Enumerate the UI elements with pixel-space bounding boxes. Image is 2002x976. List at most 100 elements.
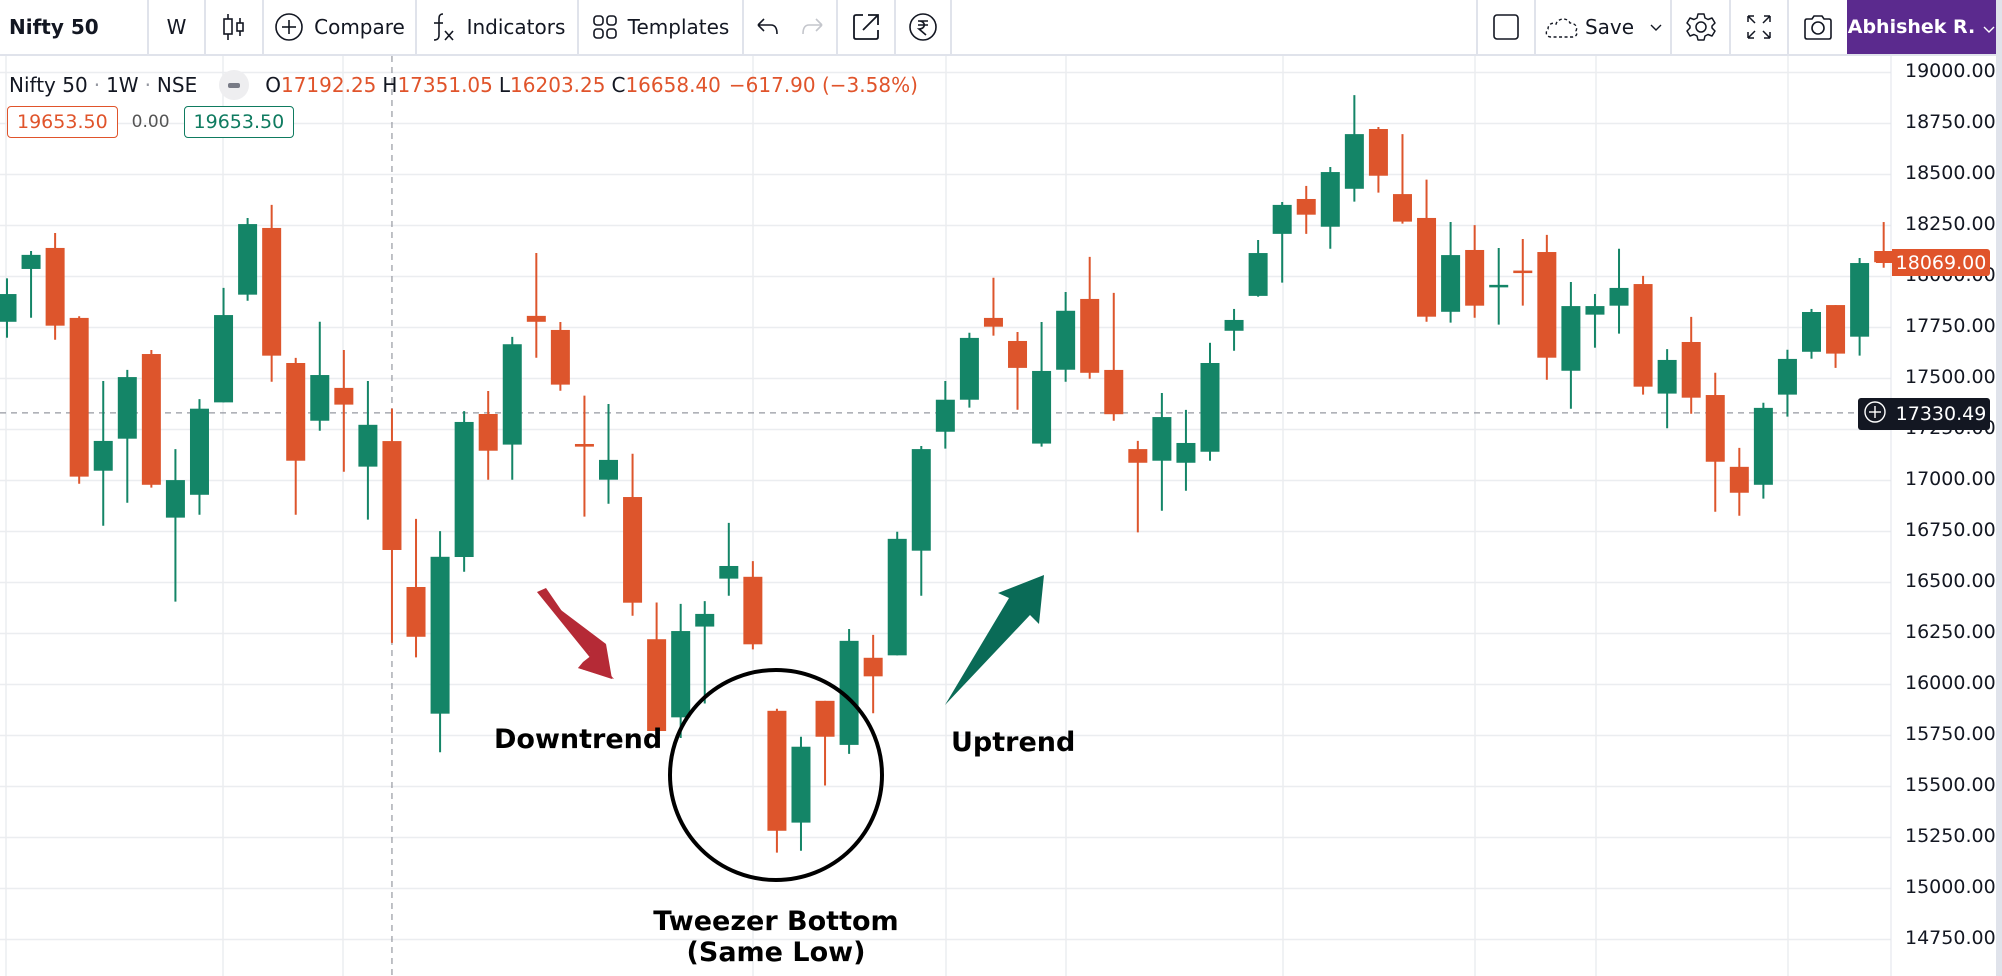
tweezer-bottom-label: Tweezer Bottom (Same Low): [626, 906, 926, 968]
candle-body: [1705, 395, 1725, 462]
sell-price-button[interactable]: 19653.50: [7, 106, 118, 138]
candle-up: [911, 446, 931, 596]
right-scrollbar[interactable]: [1996, 0, 2002, 976]
candle-down: [1633, 275, 1653, 395]
candle-up: [1056, 292, 1076, 382]
candle-body: [1224, 319, 1244, 331]
candle-body: [1489, 284, 1509, 288]
candle-up: [719, 522, 739, 596]
candle-up: [1489, 247, 1509, 325]
spread-value: 0.00: [131, 112, 170, 132]
candle-down: [623, 453, 643, 616]
candle-body: [430, 556, 450, 714]
price-tick-label: 18250.00: [1905, 213, 1996, 236]
candle-down: [1537, 234, 1557, 380]
price-tick-label: 16500.00: [1905, 570, 1996, 593]
candle-body: [1777, 358, 1797, 395]
trade-buttons: 19653.50 0.00 19653.50: [7, 106, 295, 138]
buy-price-button[interactable]: 19653.50: [183, 106, 295, 138]
candle-body: [165, 480, 185, 518]
candle-body: [1441, 255, 1461, 312]
candle-body: [238, 224, 258, 295]
candle-down: [1392, 134, 1412, 224]
candle-up: [358, 380, 378, 520]
candle-down: [45, 233, 65, 340]
candle-body: [887, 538, 907, 656]
candle-body: [863, 657, 883, 677]
candle-body: [141, 354, 161, 485]
candle-up: [21, 251, 41, 318]
candle-body: [1248, 253, 1268, 296]
candle-down: [262, 204, 282, 382]
candle-body: [1585, 306, 1605, 315]
candle-body: [406, 586, 426, 637]
candle-down: [743, 561, 763, 650]
candle-down: [647, 602, 667, 740]
candle-down: [550, 321, 570, 391]
candle-up: [1176, 409, 1196, 491]
price-tick-label: 17500.00: [1905, 366, 1996, 389]
candle-body: [1537, 252, 1557, 358]
candle-up: [0, 278, 17, 338]
open-key: O: [265, 73, 281, 97]
price-tick-label: 18500.00: [1905, 162, 1996, 185]
candle-down: [863, 634, 883, 714]
candle-body: [1200, 363, 1220, 452]
candle-body: [262, 227, 282, 356]
candle-body: [911, 449, 931, 551]
candle-up: [1850, 257, 1870, 356]
candle-down: [1729, 447, 1749, 516]
legend-symbol[interactable]: Nifty 50: [9, 73, 88, 97]
candle-body: [1032, 370, 1052, 444]
candle-up: [1272, 202, 1292, 283]
candle-down: [1705, 372, 1725, 512]
pattern-title: Tweezer Bottom: [653, 906, 899, 937]
candle-body: [1561, 306, 1581, 371]
candle-body: [959, 337, 979, 400]
candle-down: [1128, 440, 1148, 533]
candle-up: [214, 287, 234, 403]
legend-separator: ·: [93, 73, 101, 97]
candle-up: [935, 380, 955, 449]
candle-up: [791, 736, 811, 851]
candle-body: [1417, 217, 1437, 317]
candle-body: [334, 387, 354, 405]
candle-down: [815, 700, 835, 786]
uptrend-label: Uptrend: [951, 727, 1076, 758]
price-tick-label: 15500.00: [1905, 774, 1996, 797]
candle-up: [1657, 349, 1677, 429]
candle-down: [1080, 256, 1100, 379]
candle-up: [599, 404, 618, 504]
candle-body: [1008, 340, 1028, 368]
price-tick-label: 16000.00: [1905, 672, 1996, 695]
candle-body: [526, 315, 546, 322]
candle-down: [286, 357, 306, 515]
candle-body: [1802, 312, 1821, 352]
candle-up: [959, 332, 979, 408]
price-tick-label: 14750.00: [1905, 927, 1996, 950]
candle-up: [1561, 282, 1581, 409]
candle-body: [358, 424, 378, 467]
candlestick-chart[interactable]: [0, 0, 1996, 976]
candle-body: [1609, 287, 1629, 306]
candle-up: [117, 369, 137, 503]
candle-up: [238, 217, 258, 301]
pattern-subtitle: (Same Low): [686, 937, 866, 968]
candle-body: [382, 441, 402, 550]
candle-down: [1368, 126, 1388, 193]
series-legend: Nifty 50 · 1W · NSE O 17192.25 H 17351.05 …: [9, 70, 918, 100]
candle-up: [1224, 308, 1244, 351]
candle-down: [526, 253, 546, 358]
candle-up: [1248, 239, 1268, 297]
collapse-legend-icon[interactable]: [219, 70, 250, 100]
candle-body: [574, 443, 594, 447]
candle-body: [1657, 359, 1677, 394]
add-alert-button[interactable]: [1858, 398, 1892, 430]
candle-body: [791, 746, 811, 823]
candle-down: [382, 408, 402, 643]
candle-body: [1272, 204, 1292, 234]
candle-down: [767, 708, 787, 853]
low-value: 16203.25: [510, 73, 606, 97]
open-value: 17192.25: [280, 73, 377, 97]
candle-body: [1080, 298, 1100, 373]
